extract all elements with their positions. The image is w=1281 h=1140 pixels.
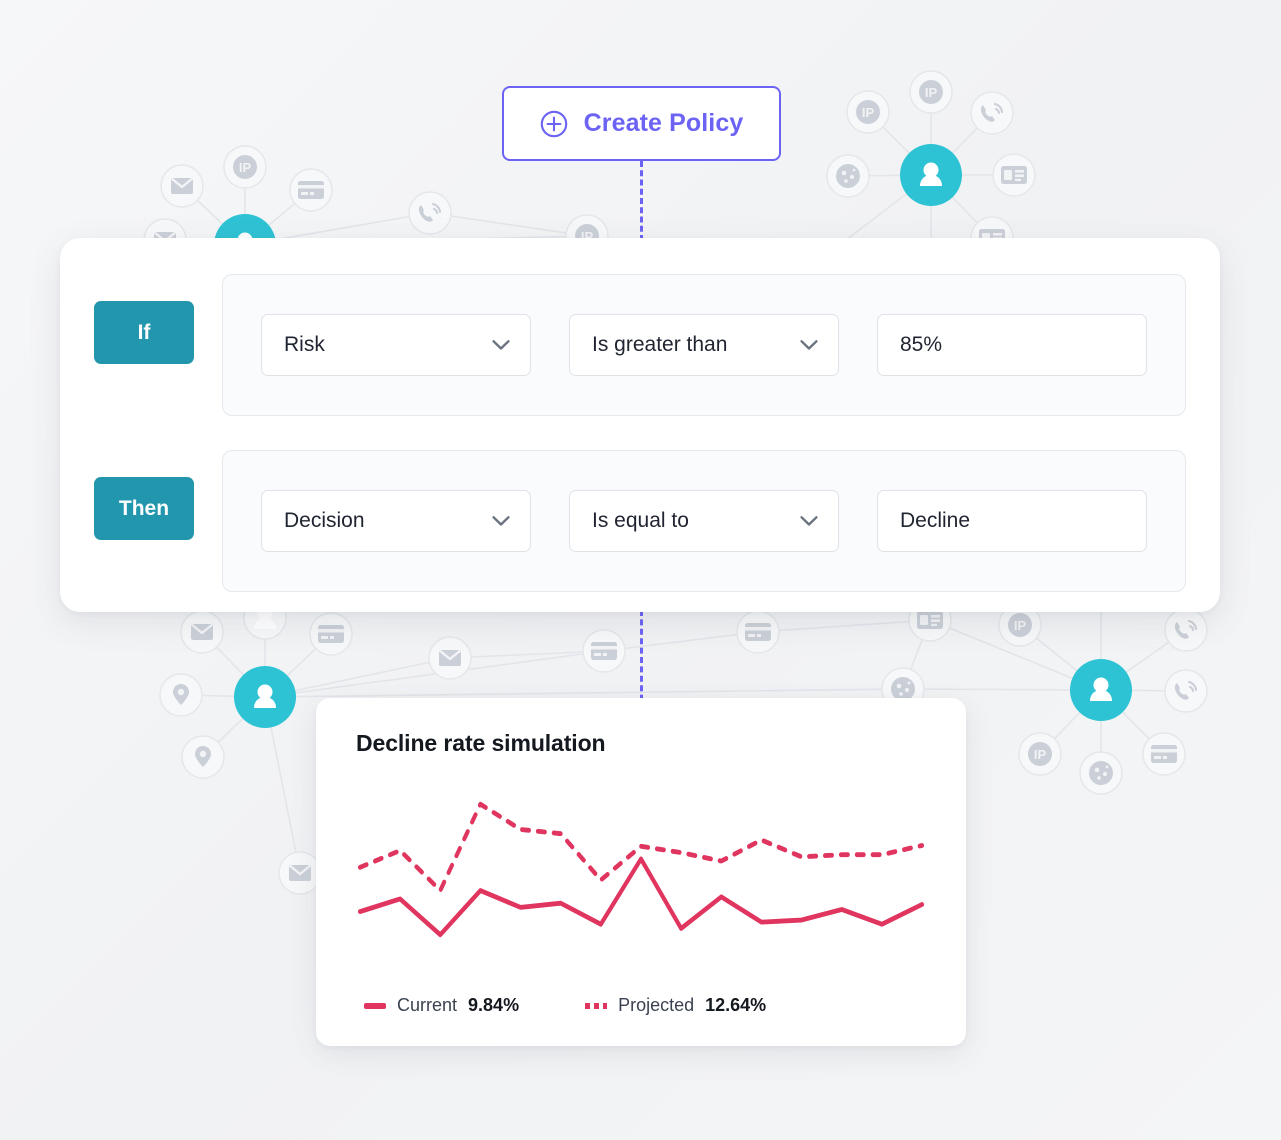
series-projected-line [357,801,925,893]
decline-rate-simulation-card: Decline rate simulation Current 9.84% Pr… [316,698,966,1046]
if-attribute-value: Risk [284,333,325,356]
rule-badge-if[interactable]: If [94,301,194,364]
then-value-input[interactable]: Decline [877,490,1147,552]
if-operator-value: Is greater than [592,333,728,356]
if-value-input[interactable]: 85% [877,314,1147,376]
line-chart [357,801,925,938]
legend-value-projected: 12.64% [705,995,767,1015]
policy-rule-builder-panel: If Risk Is greater than 85% Then Decisio… [60,238,1220,612]
then-operator-value: Is equal to [592,509,689,532]
rule-fields-then: Decision Is equal to Decline [222,450,1186,592]
chart-plot-area [356,765,926,995]
connector-line-top [640,161,643,241]
create-policy-label: Create Policy [583,109,744,137]
connector-line-bottom [640,610,643,710]
series-current-line [357,856,925,938]
legend-swatch-solid-icon [364,1002,386,1009]
plus-circle-icon [540,110,567,137]
if-operator-select[interactable]: Is greater than [569,314,839,376]
chevron-down-icon [800,340,818,350]
rule-fields-if: Risk Is greater than 85% [222,274,1186,416]
chevron-down-icon [492,516,510,526]
app-canvas: IP [0,0,1281,1140]
chart-title: Decline rate simulation [356,730,606,756]
then-operator-select[interactable]: Is equal to [569,490,839,552]
then-attribute-select[interactable]: Decision [261,490,531,552]
chart-legend: Current 9.84% Projected 12.64% [356,995,926,1016]
then-attribute-value: Decision [284,509,365,532]
rule-badge-then[interactable]: Then [94,477,194,540]
then-value-text: Decline [900,509,971,532]
legend-entry-projected[interactable]: Projected 12.64% [585,995,766,1016]
legend-label-projected: Projected [618,995,695,1015]
legend-entry-current[interactable]: Current 9.84% [364,995,519,1016]
legend-value-current: 9.84% [468,995,520,1015]
chevron-down-icon [492,340,510,350]
legend-swatch-dotted-icon [585,1002,608,1009]
chevron-down-icon [800,516,818,526]
rule-row-then: Then Decision Is equal to Decline [94,450,1186,592]
rule-row-if: If Risk Is greater than 85% [94,274,1186,416]
if-value-text: 85% [900,333,943,356]
if-attribute-select[interactable]: Risk [261,314,531,376]
create-policy-button[interactable]: Create Policy [502,86,781,161]
legend-label-current: Current [397,995,458,1015]
